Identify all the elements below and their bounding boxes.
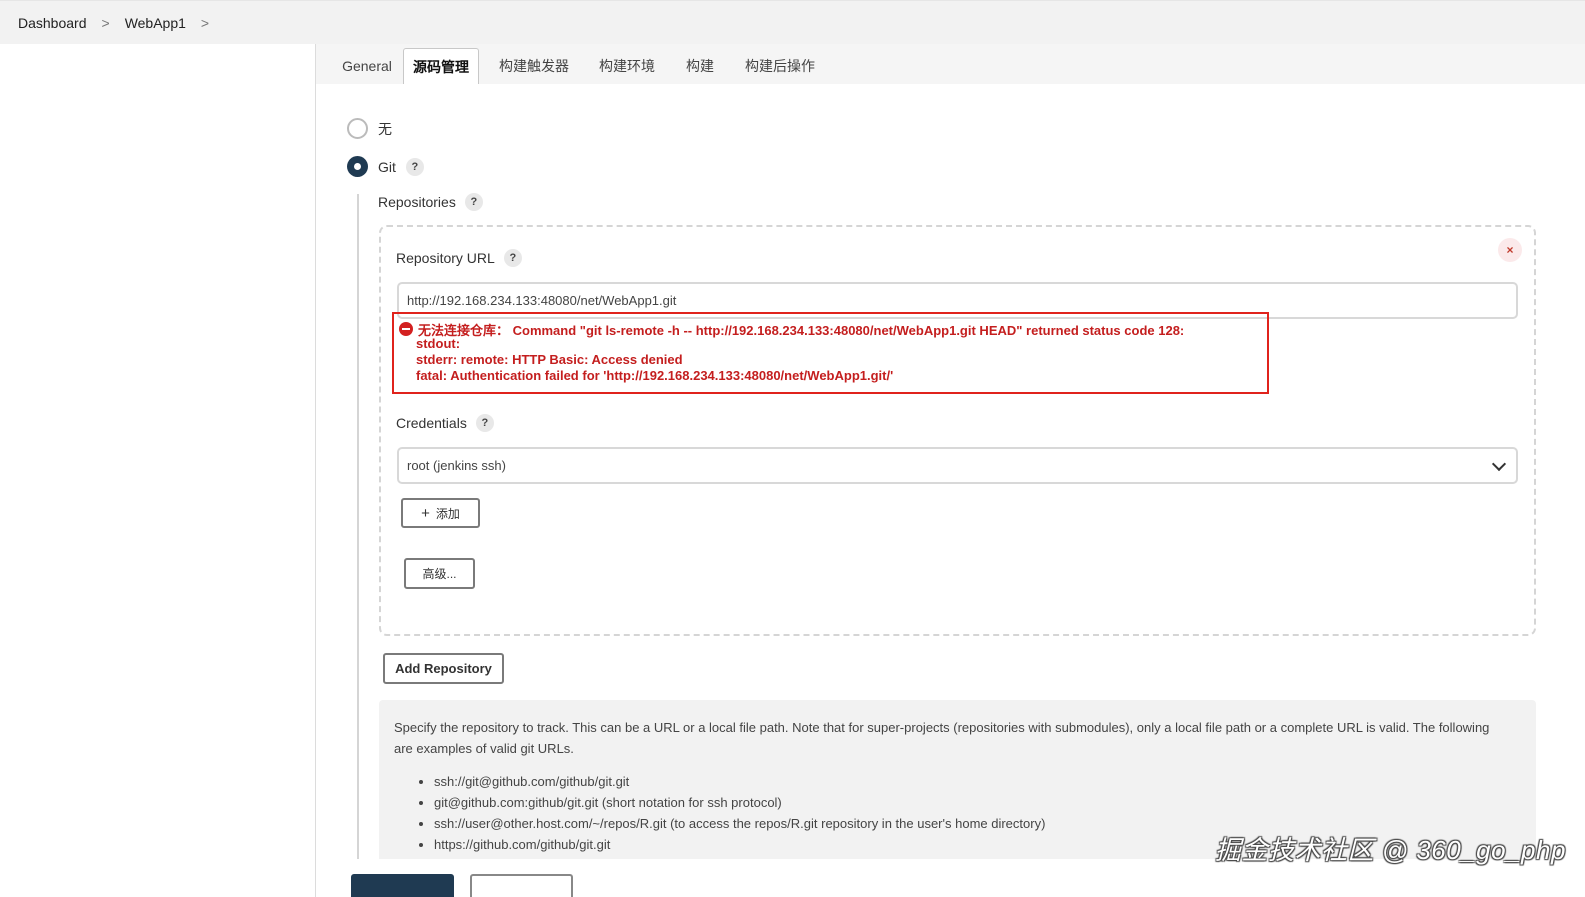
close-icon[interactable]: × [1498, 238, 1522, 262]
config-tabs: General 源码管理 构建触发器 构建环境 构建 构建后操作 [316, 44, 1585, 84]
error-icon [399, 322, 413, 336]
help-icon[interactable]: ? [405, 157, 424, 176]
git-url-examples: ssh://git@github.com/github/git.git git@… [416, 771, 1045, 855]
scm-option-none-label: 无 [378, 120, 392, 137]
chevron-down-icon [1491, 456, 1507, 472]
error-line-1: 无法连接仓库： Command "git ls-remote -h -- htt… [418, 323, 1185, 338]
tab-scm[interactable]: 源码管理 [403, 48, 479, 84]
credentials-label: Credentials [396, 415, 467, 431]
section-indent-line [357, 194, 359, 897]
help-icon[interactable]: ? [503, 249, 522, 267]
chevron-right-icon[interactable]: > [201, 15, 209, 31]
list-item: ssh://git@github.com/github/git.git [434, 771, 1045, 792]
tab-build-triggers[interactable]: 构建触发器 [492, 48, 576, 84]
error-message: 无法连接仓库： Command "git ls-remote -h -- htt… [392, 312, 1269, 394]
tab-build[interactable]: 构建 [678, 48, 722, 84]
watermark: 掘金技术社区 @ 360_go_php [1215, 835, 1566, 865]
list-item: ssh://user@other.host.com/~/repos/R.git … [434, 813, 1045, 834]
plus-icon: + [421, 504, 430, 522]
breadcrumb: Dashboard > WebApp1 > [0, 0, 1585, 44]
apply-button[interactable] [470, 874, 573, 897]
advanced-button[interactable]: 高级... [404, 558, 475, 589]
repo-url-label: Repository URL [396, 250, 495, 266]
breadcrumb-dashboard[interactable]: Dashboard [18, 15, 87, 31]
add-credentials-button[interactable]: + 添加 [401, 498, 480, 528]
sidebar [0, 44, 316, 897]
tab-build-environment[interactable]: 构建环境 [592, 48, 662, 84]
chevron-right-icon: > [101, 14, 110, 31]
credentials-heading: Credentials ? [396, 414, 494, 432]
save-button[interactable] [351, 874, 454, 897]
main-content: General 源码管理 构建触发器 构建环境 构建 构建后操作 无 Git ?… [316, 44, 1585, 897]
repositories-heading: Repositories ? [378, 193, 483, 211]
error-line-2: stdout: [416, 336, 461, 351]
tab-general[interactable]: General [328, 48, 406, 84]
credentials-select[interactable]: root (jenkins ssh) [397, 447, 1518, 484]
repositories-label: Repositories [378, 194, 456, 210]
help-text: Specify the repository to track. This ca… [394, 720, 1490, 756]
scm-option-git-label: Git [378, 158, 396, 175]
scm-option-none[interactable]: 无 [347, 118, 392, 139]
help-icon[interactable]: ? [464, 193, 483, 211]
add-repository-button[interactable]: Add Repository [383, 653, 504, 684]
error-line-4: fatal: Authentication failed for 'http:/… [416, 368, 894, 383]
scm-option-git[interactable]: Git ? [347, 156, 424, 177]
tab-post-build[interactable]: 构建后操作 [738, 48, 822, 84]
add-credentials-label: 添加 [435, 506, 460, 521]
error-line-3: stderr: remote: HTTP Basic: Access denie… [416, 352, 683, 367]
radio-none[interactable] [347, 118, 368, 139]
help-icon[interactable]: ? [475, 414, 494, 432]
list-item: git@github.com:github/git.git (short not… [434, 792, 1045, 813]
breadcrumb-webapp1[interactable]: WebApp1 [125, 15, 186, 31]
radio-git[interactable] [347, 156, 368, 177]
credentials-selected-value: root (jenkins ssh) [407, 458, 506, 473]
repo-url-heading: Repository URL ? [396, 249, 522, 267]
list-item: https://github.com/github/git.git [434, 834, 1045, 855]
